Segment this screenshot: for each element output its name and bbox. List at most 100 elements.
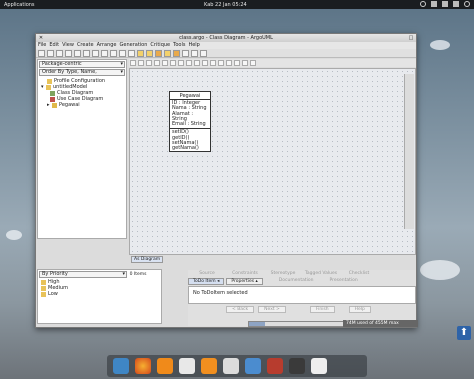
uml-class-pegawai[interactable]: Pegawai ID : Integer Nama : String Alama… — [169, 91, 211, 152]
next-button[interactable]: Next > — [258, 306, 286, 313]
tab-presentation[interactable]: Presentation — [330, 278, 358, 285]
tab-tagged-values[interactable]: Tagged Values — [302, 270, 340, 277]
operation-icon[interactable] — [226, 60, 232, 66]
presentation-icon[interactable] — [267, 358, 283, 374]
back-button[interactable]: < Back — [226, 306, 255, 313]
package-icon[interactable] — [146, 60, 152, 66]
finish-button[interactable]: Finish — [309, 306, 335, 313]
diagram-canvas[interactable]: Pegawai ID : Integer Nama : String Alama… — [129, 68, 416, 255]
menu-generation[interactable]: Generation — [120, 42, 148, 49]
notification-icon[interactable] — [453, 1, 459, 7]
menu-edit[interactable]: Edit — [49, 42, 59, 49]
expand-icon[interactable]: ▸ — [47, 102, 50, 108]
help-button[interactable]: Help — [348, 306, 371, 313]
class-icon[interactable] — [154, 60, 160, 66]
menu-critique[interactable]: Critique — [150, 42, 170, 49]
operation[interactable]: getNama() — [172, 146, 208, 152]
association-icon[interactable] — [162, 60, 168, 66]
composition-icon[interactable] — [178, 60, 184, 66]
terminal-icon[interactable] — [289, 358, 305, 374]
upload-arrow-icon[interactable]: ⬆ — [457, 326, 471, 340]
priority-value: By Priority — [42, 271, 68, 277]
usecase-diagram-icon[interactable] — [164, 50, 171, 57]
menu-create[interactable]: Create — [77, 42, 94, 49]
find-icon[interactable] — [128, 50, 135, 57]
volume-icon[interactable] — [431, 1, 437, 7]
aggregation-icon[interactable] — [170, 60, 176, 66]
tree-item[interactable]: ▸ Pegawai — [41, 102, 123, 108]
sequence-diagram-icon[interactable] — [173, 50, 180, 57]
new-icon[interactable] — [38, 50, 45, 57]
tab-constraints[interactable]: Constraints — [226, 270, 264, 277]
firefox-icon[interactable] — [135, 358, 151, 374]
diagram-icon[interactable] — [146, 50, 153, 57]
tab-todo-item[interactable]: ToDo Item ◂ — [188, 278, 225, 285]
paste-icon[interactable] — [110, 50, 117, 57]
ellipse-icon[interactable] — [250, 60, 256, 66]
generalization-icon[interactable] — [186, 60, 192, 66]
close-icon[interactable]: ✕ — [38, 35, 44, 41]
tab-as-diagram[interactable]: As Diagram — [131, 256, 163, 263]
tab-stereotype[interactable]: Stereotype — [264, 270, 302, 277]
select-icon[interactable] — [130, 60, 136, 66]
attributes-section[interactable]: ID : Integer Nama : String Alamat : Stri… — [170, 100, 210, 130]
power-icon[interactable] — [464, 1, 470, 7]
audio-icon[interactable] — [201, 358, 217, 374]
chess-icon[interactable] — [311, 358, 327, 374]
download-icon[interactable] — [245, 358, 261, 374]
network-icon[interactable] — [420, 1, 426, 7]
menu-arrange[interactable]: Arrange — [97, 42, 117, 49]
priority-low[interactable]: Low — [41, 291, 161, 297]
copy-icon[interactable] — [101, 50, 108, 57]
memory-indicator[interactable]: 74M used of 455M max — [343, 320, 418, 327]
undo-icon[interactable] — [74, 50, 81, 57]
tab-label: ToDo Item — [193, 279, 216, 284]
tab-source[interactable]: Source — [188, 270, 226, 277]
tab-documentation[interactable]: Documentation — [279, 278, 314, 285]
maximize-icon[interactable]: □ — [408, 35, 414, 41]
state-diagram-icon[interactable] — [191, 50, 198, 57]
zoom-icon[interactable] — [137, 50, 144, 57]
menu-view[interactable]: View — [62, 42, 74, 49]
expand-icon[interactable]: ▾ — [41, 84, 44, 90]
window-titlebar[interactable]: ✕ class.argo - Class Diagram - ArgoUML □ — [36, 34, 416, 42]
attribute-icon[interactable] — [218, 60, 224, 66]
comment-icon[interactable] — [234, 60, 240, 66]
menu-help[interactable]: Help — [188, 42, 199, 49]
files-icon[interactable] — [113, 358, 129, 374]
menu-tools[interactable]: Tools — [173, 42, 185, 49]
battery-icon[interactable] — [442, 1, 448, 7]
cut-icon[interactable] — [92, 50, 99, 57]
collab-diagram-icon[interactable] — [182, 50, 189, 57]
interface-icon[interactable] — [194, 60, 200, 66]
redo-icon[interactable] — [83, 50, 90, 57]
vlc-icon[interactable] — [157, 358, 173, 374]
tab-properties[interactable]: Properties ▴ — [226, 278, 263, 285]
delete-icon[interactable] — [119, 50, 126, 57]
usecase-diagram-icon — [50, 96, 55, 102]
dependency-icon[interactable] — [210, 60, 216, 66]
app-icon[interactable] — [223, 358, 239, 374]
print-icon[interactable] — [65, 50, 72, 57]
broom-icon[interactable] — [138, 60, 144, 66]
open-icon[interactable] — [47, 50, 54, 57]
order-select[interactable]: Order By Type, Name, ▾ — [39, 69, 125, 76]
operations-section[interactable]: setID() getID() setNama() getNama() — [170, 129, 210, 152]
desktop: { "topbar": { "apps_label": "Application… — [0, 0, 474, 379]
class-name[interactable]: Pegawai — [170, 92, 210, 100]
photos-icon[interactable] — [179, 358, 195, 374]
applications-menu[interactable]: Applications — [4, 2, 64, 8]
priority-select[interactable]: By Priority ▾ — [39, 271, 127, 278]
realization-icon[interactable] — [202, 60, 208, 66]
menu-file[interactable]: File — [38, 42, 46, 49]
attribute[interactable]: Email : String — [172, 121, 208, 127]
activity-diagram-icon[interactable] — [200, 50, 207, 57]
canvas-scrollbar[interactable] — [404, 74, 414, 229]
top-panel: Applications Kab 22 Jan 05:24 — [0, 0, 474, 9]
save-icon[interactable] — [56, 50, 63, 57]
perspective-select[interactable]: Package-centric ▾ — [39, 61, 125, 68]
class-diagram-icon[interactable] — [155, 50, 162, 57]
rectangle-icon[interactable] — [242, 60, 248, 66]
clock[interactable]: Kab 22 Jan 05:24 — [204, 2, 247, 8]
tab-checklist[interactable]: Checklist — [340, 270, 378, 277]
